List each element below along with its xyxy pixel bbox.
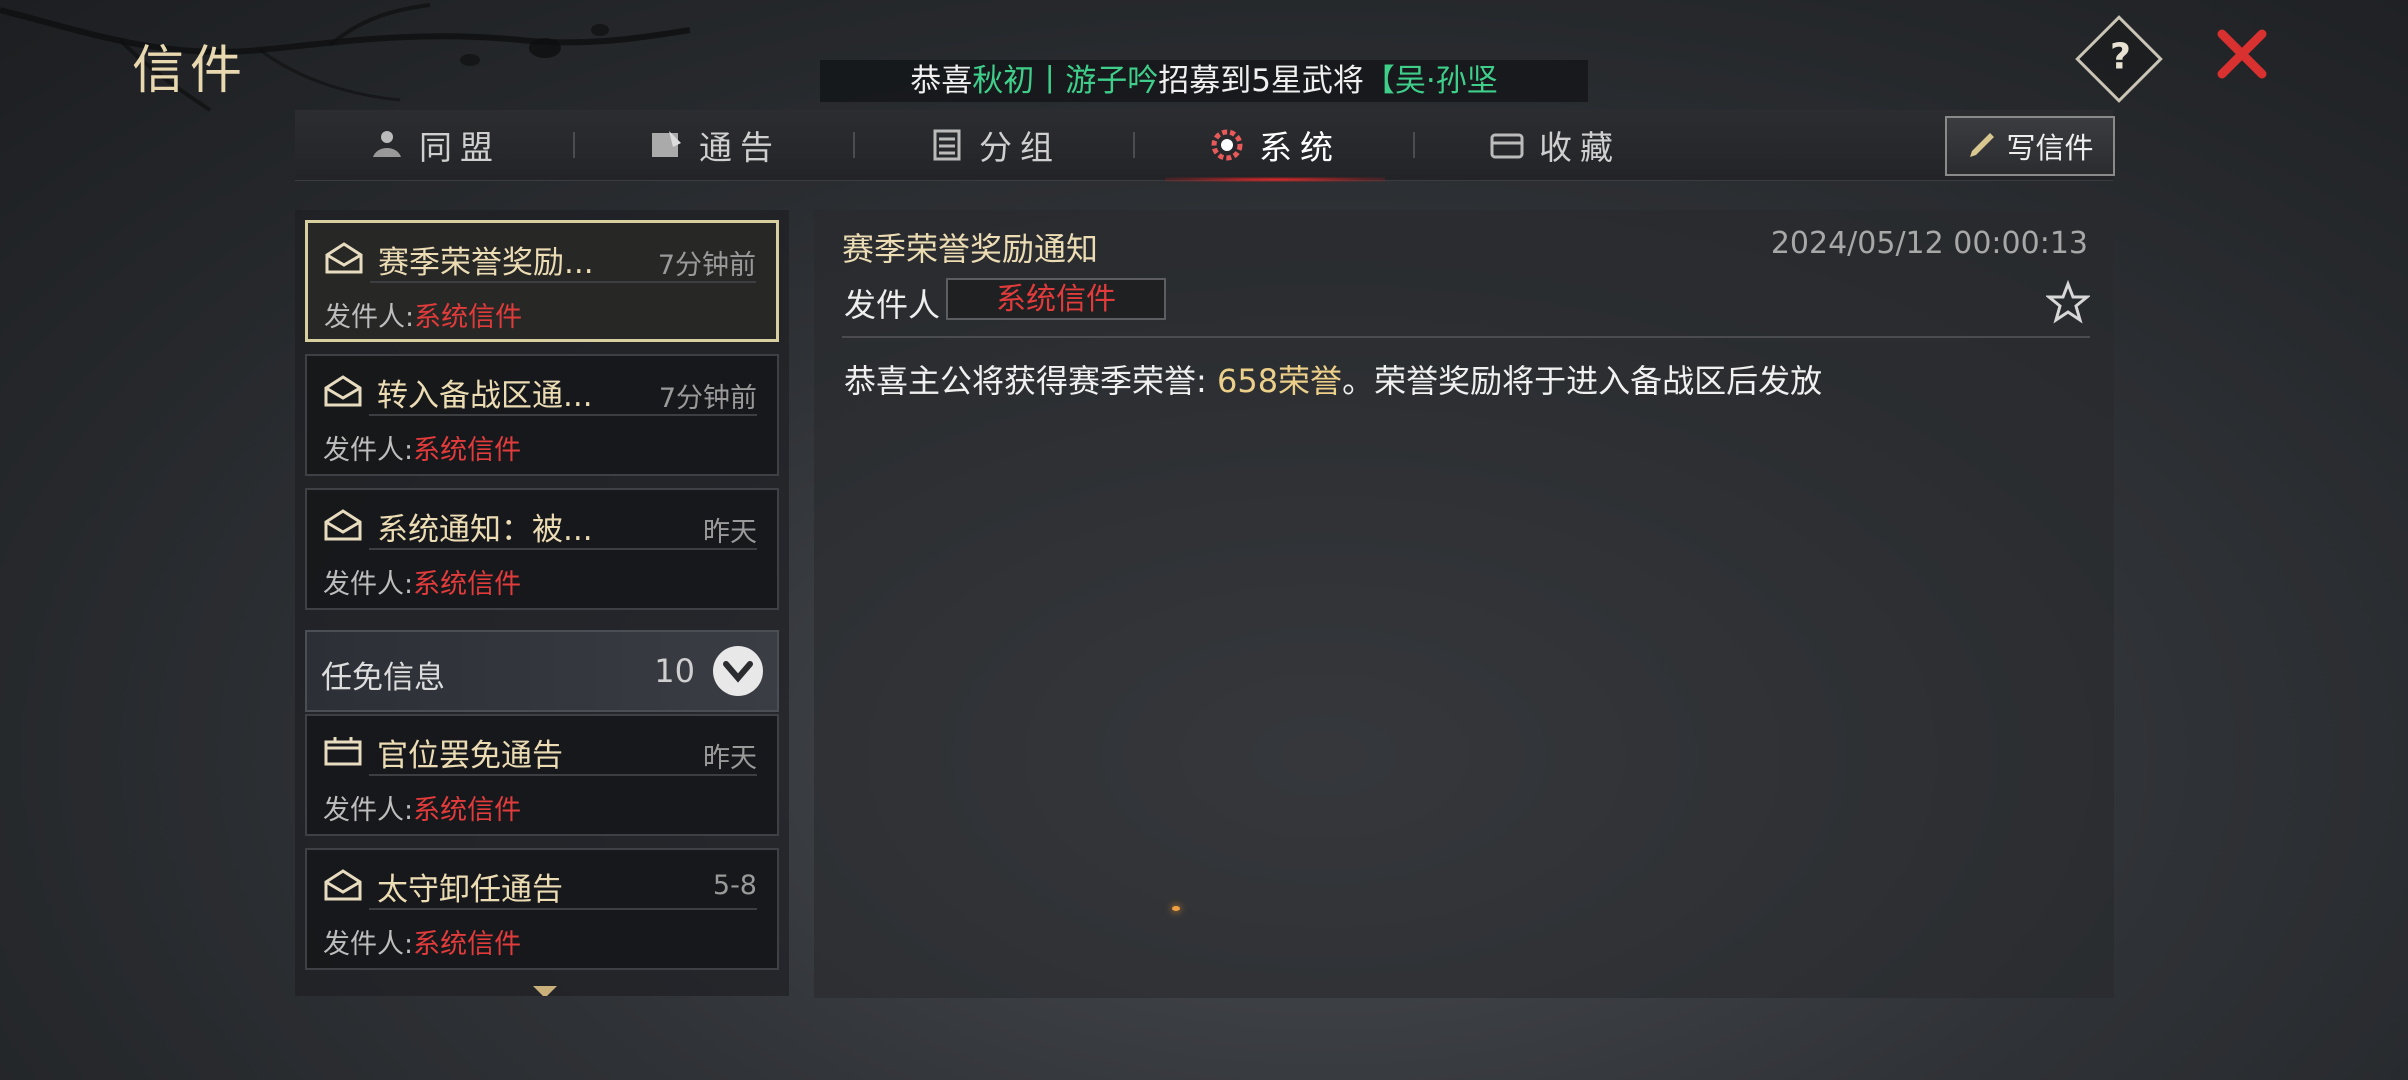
envelope-icon	[325, 242, 363, 274]
ticker-middle: 招募到5星武将	[1158, 63, 1364, 99]
group-icon	[929, 127, 965, 163]
mail-sender: 发件人:系统信件	[323, 569, 522, 600]
announcement-icon	[649, 127, 685, 163]
ticker-prefix: 恭喜	[910, 63, 973, 99]
mail-item[interactable]: 太守卸任通告 5-8 发件人:系统信件	[305, 848, 779, 970]
help-button[interactable]: ?	[2075, 15, 2163, 103]
mail-detail-panel: 赛季荣誉奖励通知 2024/05/12 00:00:13 发件人 系统信件 恭喜…	[814, 210, 2114, 998]
mail-detail-date: 2024/05/12 00:00:13	[1770, 226, 2088, 261]
tab-system-label: 系统	[1259, 128, 1341, 167]
tab-favorites-label: 收藏	[1539, 128, 1621, 167]
notice-board-icon	[324, 737, 362, 766]
appointment-group-header[interactable]: 任免信息 10	[305, 630, 779, 712]
mail-list: 赛季荣誉奖励... 7分钟前 发件人:系统信件 转入备战区通... 7分钟前 发…	[295, 210, 789, 996]
mail-item[interactable]: 赛季荣誉奖励... 7分钟前 发件人:系统信件	[305, 220, 779, 342]
mail-detail-sender-label: 发件人	[844, 286, 941, 324]
ticker-hero-name: 【吴·孙坚	[1363, 63, 1498, 99]
mail-subject: 转入备战区通...	[377, 378, 593, 414]
mail-item[interactable]: 官位罢免通告 昨天 发件人:系统信件	[305, 714, 779, 836]
mail-item[interactable]: 系统通知：被... 昨天 发件人:系统信件	[305, 488, 779, 610]
mail-sender: 发件人:系统信件	[323, 795, 522, 826]
mail-detail-title: 赛季荣誉奖励通知	[842, 230, 1099, 268]
mail-time: 5-8	[712, 870, 757, 901]
mail-subject: 太守卸任通告	[377, 872, 563, 908]
mail-time: 昨天	[703, 743, 757, 774]
page-title: 信件	[132, 41, 249, 101]
tab-alliance-label: 同盟	[419, 128, 501, 167]
mail-sender: 发件人:系统信件	[324, 302, 523, 333]
ticker-player-name: 秋初丨游子吟	[972, 63, 1159, 99]
tab-group-label: 分组	[979, 128, 1061, 167]
tab-group[interactable]: 分组	[855, 110, 1135, 180]
tab-favorites[interactable]: 收藏	[1415, 110, 1695, 180]
close-button[interactable]	[2212, 24, 2272, 84]
mail-detail-body: 恭喜主公将获得赛季荣誉: 658荣誉。荣誉奖励将于进入备战区后发放	[844, 362, 1823, 400]
alliance-icon	[369, 127, 405, 163]
group-label: 任免信息	[321, 660, 445, 696]
envelope-icon	[324, 869, 362, 901]
mail-category-tabs: 同盟 通告 分组 系统 收藏	[295, 110, 2113, 182]
write-mail-button[interactable]: 写信件	[1945, 116, 2115, 176]
tab-system[interactable]: 系统	[1135, 110, 1415, 182]
mail-time: 7分钟前	[657, 250, 756, 281]
tab-announcement[interactable]: 通告	[575, 110, 855, 180]
tab-alliance[interactable]: 同盟	[295, 110, 575, 180]
ember-decoration	[1172, 906, 1180, 911]
envelope-icon	[324, 509, 362, 541]
mail-sender: 发件人:系统信件	[323, 929, 522, 960]
mail-time: 7分钟前	[658, 383, 757, 414]
recruit-announcement-ticker: 恭喜秋初丨游子吟招募到5星武将【吴·孙坚	[820, 60, 1588, 102]
group-count: 10	[654, 652, 695, 690]
mail-subject: 官位罢免通告	[377, 738, 563, 774]
favorite-star-icon[interactable]	[2046, 280, 2090, 324]
favorite-box-icon	[1489, 127, 1525, 163]
mail-subject: 赛季荣誉奖励...	[378, 245, 594, 281]
system-gear-icon	[1209, 127, 1245, 163]
envelope-icon	[324, 375, 362, 407]
mail-detail-sender: 系统信件	[946, 278, 1166, 320]
collapse-chevron-icon[interactable]	[713, 646, 763, 696]
mail-subject: 系统通知：被...	[377, 512, 593, 548]
write-mail-label: 写信件	[2006, 131, 2094, 165]
mail-time: 昨天	[703, 517, 757, 548]
mail-sender: 发件人:系统信件	[323, 435, 522, 466]
tab-announcement-label: 通告	[699, 128, 781, 167]
scroll-down-arrow-icon[interactable]	[533, 986, 557, 996]
mail-item[interactable]: 转入备战区通... 7分钟前 发件人:系统信件	[305, 354, 779, 476]
help-icon: ?	[2109, 36, 2131, 78]
brush-icon	[1970, 133, 1995, 157]
